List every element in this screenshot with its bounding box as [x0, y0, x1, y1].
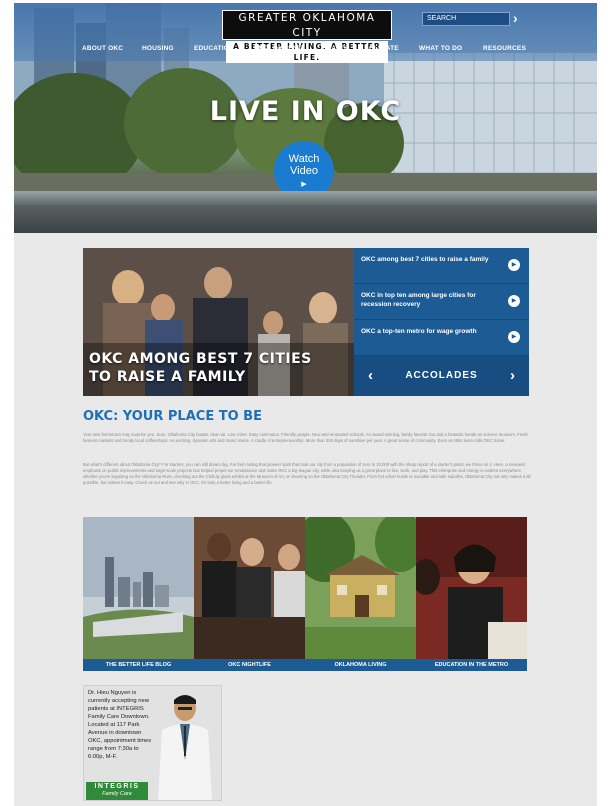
- nav-what-to-do[interactable]: WHAT TO DO: [419, 44, 462, 54]
- feature-title-line1: OKC AMONG BEST 7 CITIES: [89, 351, 312, 367]
- ad-logo-sub: Family Care: [102, 791, 132, 797]
- ad-text: Dr. Hieu Nguyen is currently accepting n…: [88, 690, 152, 760]
- accolades-label: ACCOLADES: [405, 370, 478, 381]
- tile-caption: OKC NIGHTLIFE: [194, 659, 305, 671]
- intro-paragraph-2: But what's different about Oklahoma City…: [83, 462, 531, 485]
- feature-item-label: OKC in top ten among large cities for re…: [361, 292, 476, 308]
- main-nav: ABOUT OKC HOUSING EDUCATION EMPLOYMENT H…: [82, 44, 532, 56]
- page: GREATER OKLAHOMA CITY A BETTER LIVING. A…: [14, 3, 597, 806]
- site-logo[interactable]: GREATER OKLAHOMA CITY A BETTER LIVING. A…: [222, 10, 392, 63]
- feature-carousel: OKC AMONG BEST 7 CITIES TO RAISE A FAMIL…: [83, 248, 529, 396]
- feature-item-label: OKC among best 7 cities to raise a famil…: [361, 256, 489, 263]
- tile-image: [194, 517, 305, 659]
- feature-title-line2: TO RAISE A FAMILY: [89, 369, 246, 385]
- feature-image[interactable]: OKC AMONG BEST 7 CITIES TO RAISE A FAMIL…: [83, 248, 354, 396]
- tile-image: [83, 517, 194, 659]
- watch-video-label: Watch Video: [288, 153, 320, 177]
- play-icon: ▶: [301, 181, 307, 188]
- search-placeholder: SEARCH: [427, 15, 457, 22]
- nav-health[interactable]: HEALTH: [322, 44, 349, 54]
- nav-housing[interactable]: HOUSING: [142, 44, 174, 54]
- hero-railing: [14, 191, 597, 205]
- intro-paragraph-1: Your next hometown may surprise you. Sur…: [83, 432, 528, 443]
- nav-climate[interactable]: CLIMATE: [369, 44, 399, 54]
- feature-title: OKC AMONG BEST 7 CITIES TO RAISE A FAMIL…: [89, 350, 312, 386]
- feature-item[interactable]: OKC among best 7 cities to raise a famil…: [354, 248, 529, 284]
- feature-item-label: OKC a top-ten metro for wage growth: [361, 328, 477, 335]
- ad-logo-brand: INTEGRIS: [94, 783, 140, 790]
- nav-about-okc[interactable]: ABOUT OKC: [82, 44, 123, 54]
- tile-okc-nightlife[interactable]: OKC NIGHTLIFE: [194, 517, 305, 671]
- play-arrow-icon[interactable]: ▶: [508, 259, 520, 271]
- tile-caption: THE BETTER LIFE BLOG: [83, 659, 194, 671]
- integris-logo: INTEGRIS Family Care: [86, 782, 148, 800]
- play-arrow-icon[interactable]: ▶: [508, 295, 520, 307]
- search-arrow-icon[interactable]: ›: [513, 10, 527, 26]
- feature-item[interactable]: OKC a top-ten metro for wage growth ▶: [354, 320, 529, 356]
- tile-image: [305, 517, 416, 659]
- tile-caption: EDUCATION IN THE METRO: [416, 659, 527, 671]
- tile-education-in-the-metro[interactable]: EDUCATION IN THE METRO: [416, 517, 527, 671]
- nav-resources[interactable]: RESOURCES: [483, 44, 526, 54]
- search-input[interactable]: SEARCH: [422, 12, 510, 26]
- accolades-bar: ACCOLADES ‹ ›: [354, 356, 529, 396]
- play-arrow-icon[interactable]: ▶: [508, 331, 520, 343]
- hero-title: LIVE IN OKC: [209, 96, 402, 127]
- tile-image: [416, 517, 527, 659]
- feature-list: OKC among best 7 cities to raise a famil…: [354, 248, 529, 396]
- logo-title: GREATER OKLAHOMA CITY: [238, 12, 376, 39]
- tile-better-life-blog[interactable]: THE BETTER LIFE BLOG: [83, 517, 194, 671]
- feature-item[interactable]: OKC in top ten among large cities for re…: [354, 284, 529, 320]
- intro-title: OKC: YOUR PLACE TO BE: [83, 409, 262, 424]
- integris-ad[interactable]: Dr. Hieu Nguyen is currently accepting n…: [83, 685, 222, 801]
- doctor-photo: [158, 695, 212, 800]
- chevron-left-icon[interactable]: ‹: [368, 356, 373, 396]
- tile-oklahoma-living[interactable]: OKLAHOMA LIVING: [305, 517, 416, 671]
- tile-grid: THE BETTER LIFE BLOG OKC NIGHTLIFE OKLAH…: [83, 517, 529, 671]
- hero-banner: GREATER OKLAHOMA CITY A BETTER LIVING. A…: [14, 3, 597, 233]
- nav-education[interactable]: EDUCATION: [194, 44, 234, 54]
- hero-walkway: [14, 205, 597, 233]
- nav-employment[interactable]: EMPLOYMENT: [254, 44, 302, 54]
- tile-caption: OKLAHOMA LIVING: [305, 659, 416, 671]
- chevron-right-icon[interactable]: ›: [510, 356, 515, 396]
